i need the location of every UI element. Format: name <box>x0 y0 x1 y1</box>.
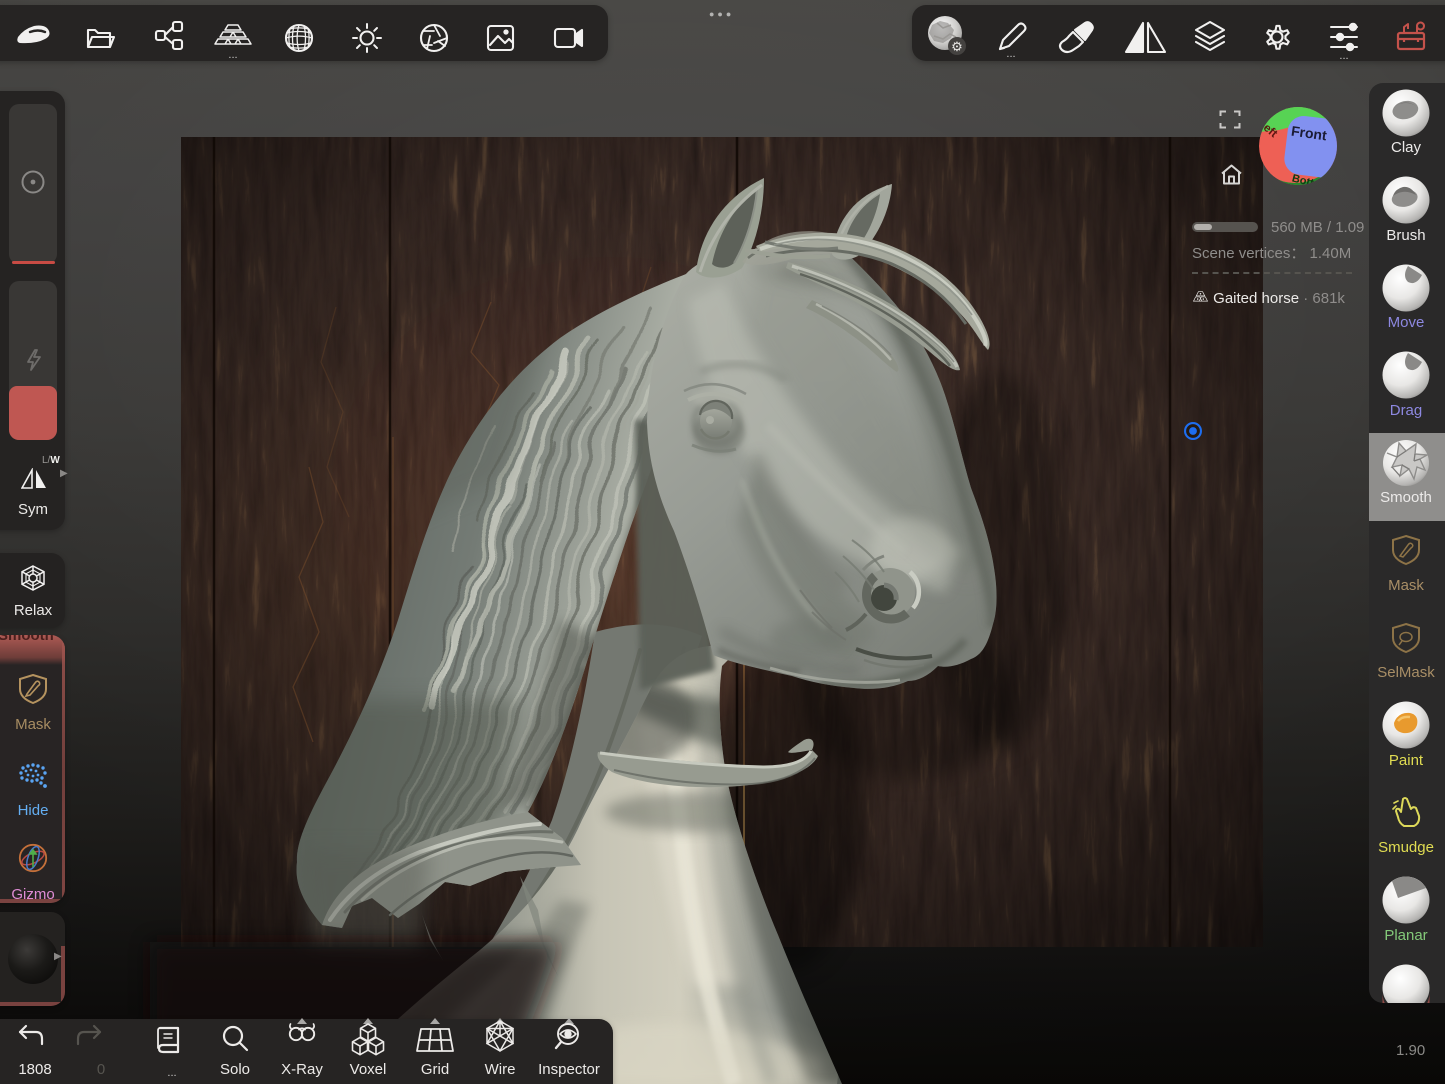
svg-text:SelMask: SelMask <box>1377 664 1435 681</box>
svg-text:Mask: Mask <box>1388 577 1424 594</box>
svg-text:Brush: Brush <box>1386 227 1425 244</box>
svg-text:Planar: Planar <box>1384 927 1427 944</box>
svg-text:1808: 1808 <box>18 1061 51 1078</box>
svg-text:...: ... <box>167 1067 176 1079</box>
svg-text:...: ... <box>1339 50 1348 61</box>
svg-text:Drag: Drag <box>1390 402 1423 419</box>
svg-text:Smooth: Smooth <box>1380 489 1432 506</box>
svg-text:Inspector: Inspector <box>538 1061 600 1078</box>
svg-text:Grid: Grid <box>421 1061 449 1078</box>
svg-text:Paint: Paint <box>1389 752 1424 769</box>
svg-text:...: ... <box>1006 48 1015 60</box>
svg-text:0: 0 <box>97 1061 105 1078</box>
svg-text:Clay: Clay <box>1391 139 1422 156</box>
svg-text:Solo: Solo <box>220 1061 250 1078</box>
svg-text:⚙: ⚙ <box>951 39 963 54</box>
svg-text:...: ... <box>228 49 237 61</box>
svg-text:Move: Move <box>1388 314 1425 331</box>
svg-text:Smudge: Smudge <box>1378 839 1434 856</box>
svg-text:Wire: Wire <box>485 1061 516 1078</box>
svg-text:Voxel: Voxel <box>350 1061 387 1078</box>
svg-text:X-Ray: X-Ray <box>281 1061 323 1078</box>
